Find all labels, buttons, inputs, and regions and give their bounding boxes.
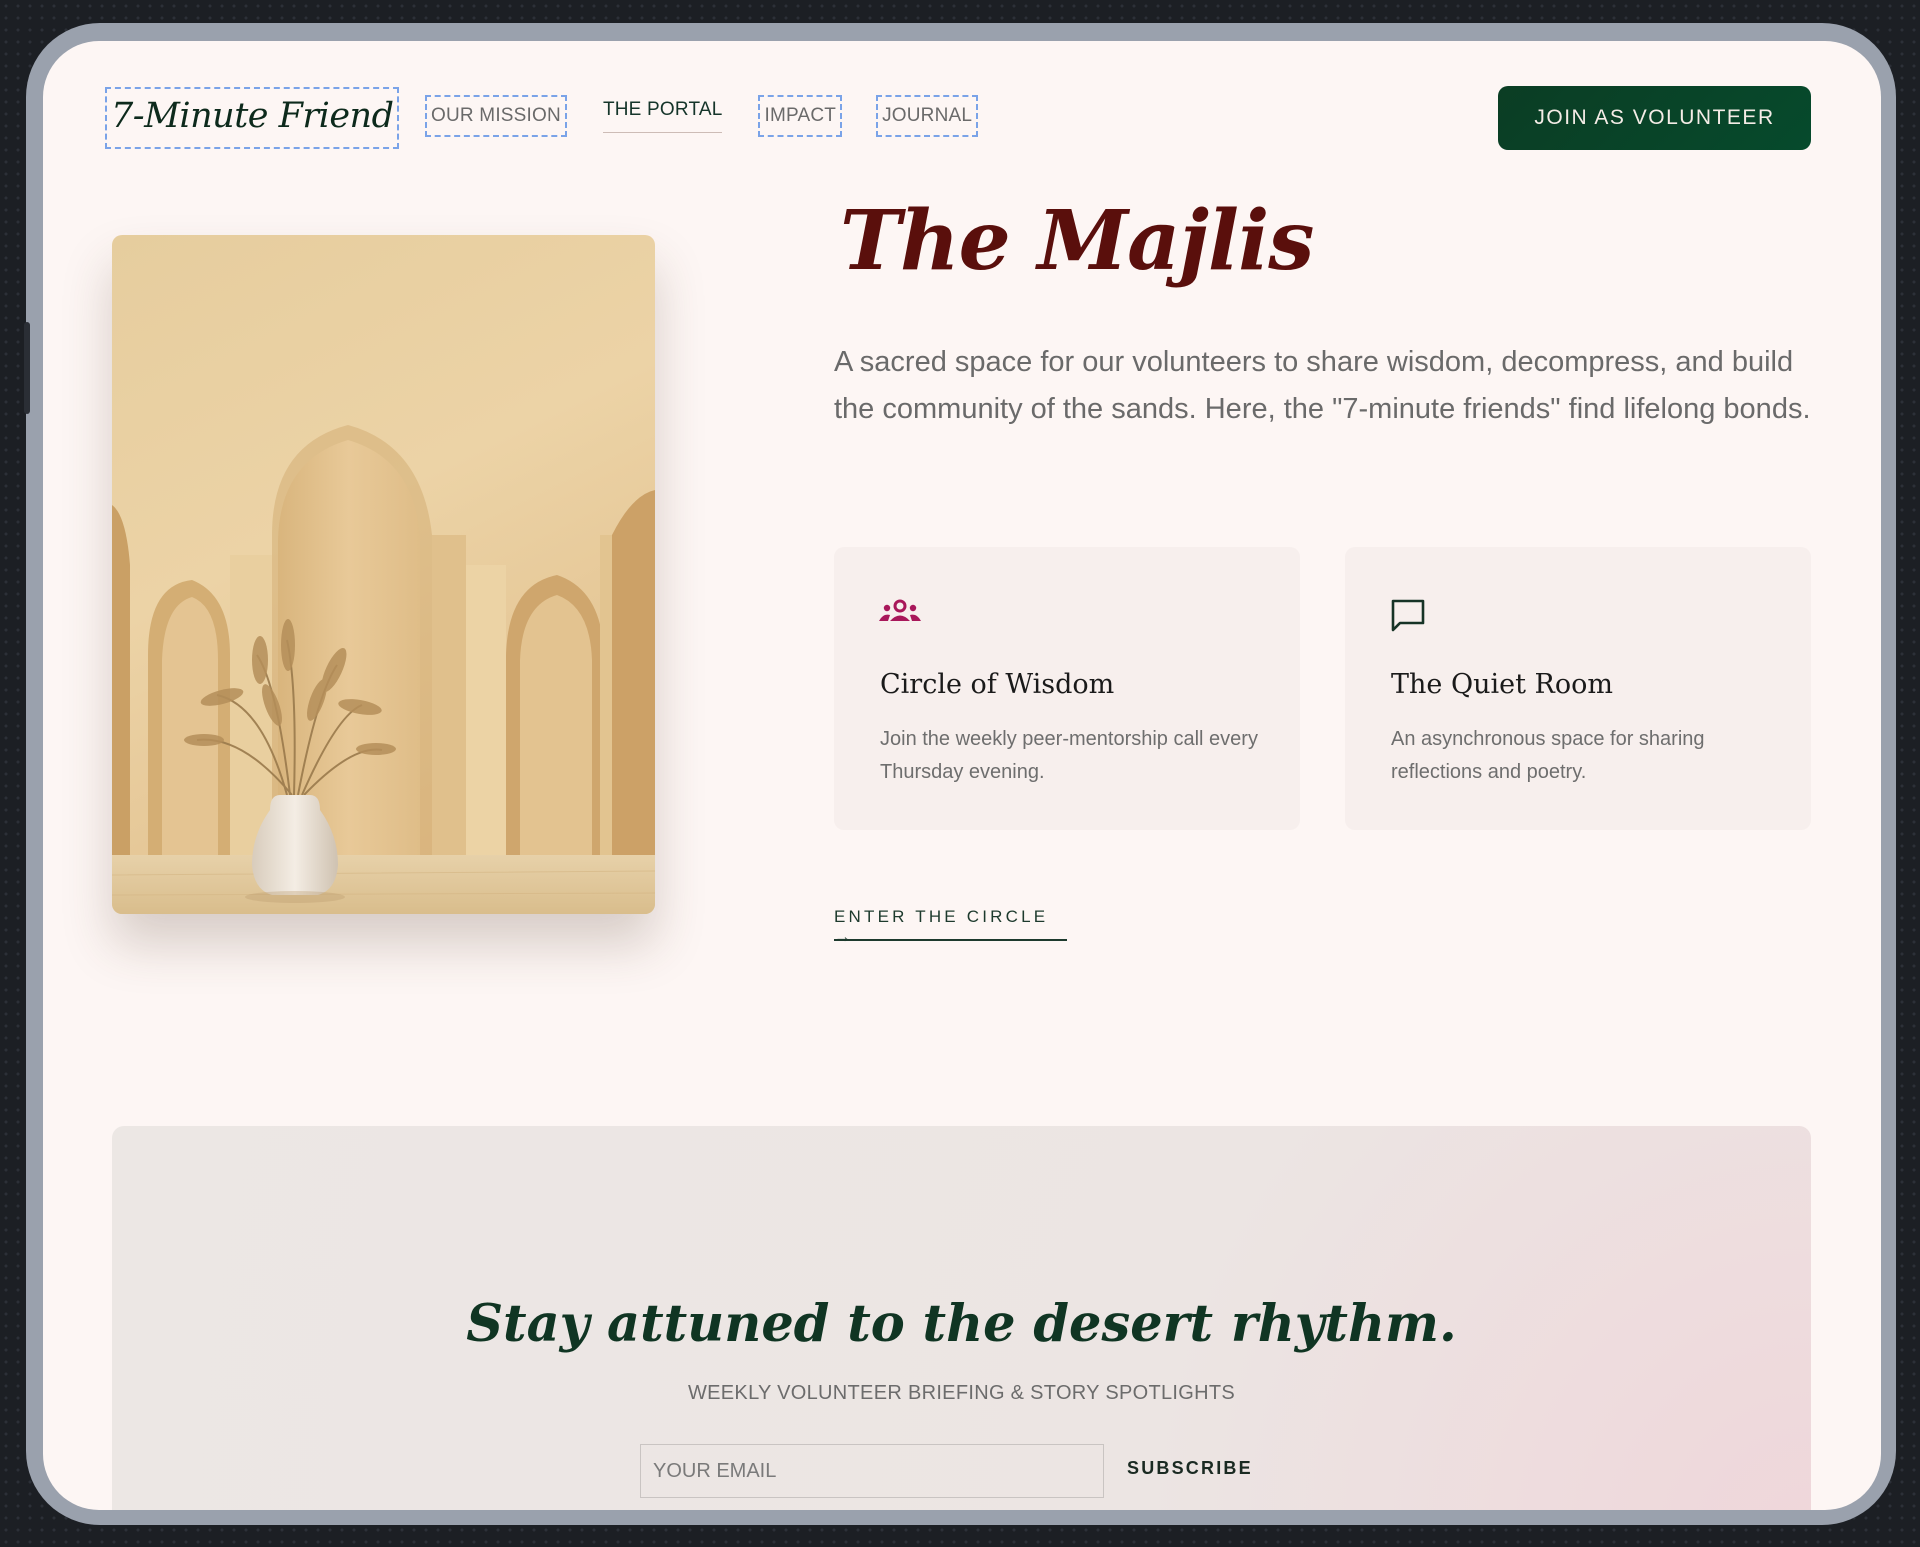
device-side-button [24,322,30,414]
main-nav: OUR MISSION THE PORTAL IMPACT JOURNAL [425,95,1014,137]
nav-journal[interactable]: JOURNAL [876,95,979,137]
newsletter-title: Stay attuned to the desert rhythm. [466,1294,1457,1354]
hero-arches-image [112,235,655,914]
page-description: A sacred space for our volunteers to sha… [834,346,1811,425]
subscribe-button[interactable]: SUBSCRIBE [1127,1458,1253,1479]
card-circle-of-wisdom[interactable]: Circle of Wisdom Join the weekly peer-me… [834,547,1300,830]
nav-impact[interactable]: IMPACT [758,95,843,137]
email-input[interactable] [640,1444,1104,1498]
nav-our-mission[interactable]: OUR MISSION [425,95,567,137]
enter-circle-link[interactable]: ENTER THE CIRCLE → [834,907,1067,946]
card-title: The Quiet Room [1391,669,1613,700]
newsletter-subtitle: WEEKLY VOLUNTEER BRIEFING & STORY SPOTLI… [687,1382,1236,1404]
newsletter-section: Stay attuned to the desert rhythm. WEEKL… [112,1126,1811,1510]
card-quiet-room[interactable]: The Quiet Room An asynchronous space for… [1345,547,1811,830]
card-text: Join the weekly peer-mentorship call eve… [880,728,1258,783]
screen: 7-Minute Friend OUR MISSION THE PORTAL I… [43,41,1881,1510]
chat-bubble-icon [1389,597,1427,640]
site-logo[interactable]: 7-Minute Friend [104,87,400,149]
card-text: An asynchronous space for sharing reflec… [1391,728,1705,783]
page-title: The Majlis [840,193,1314,289]
nav-the-portal[interactable]: THE PORTAL [602,95,723,133]
group-icon [878,597,922,630]
join-volunteer-button[interactable]: JOIN AS VOLUNTEER [1498,86,1811,150]
card-title: Circle of Wisdom [880,669,1115,700]
